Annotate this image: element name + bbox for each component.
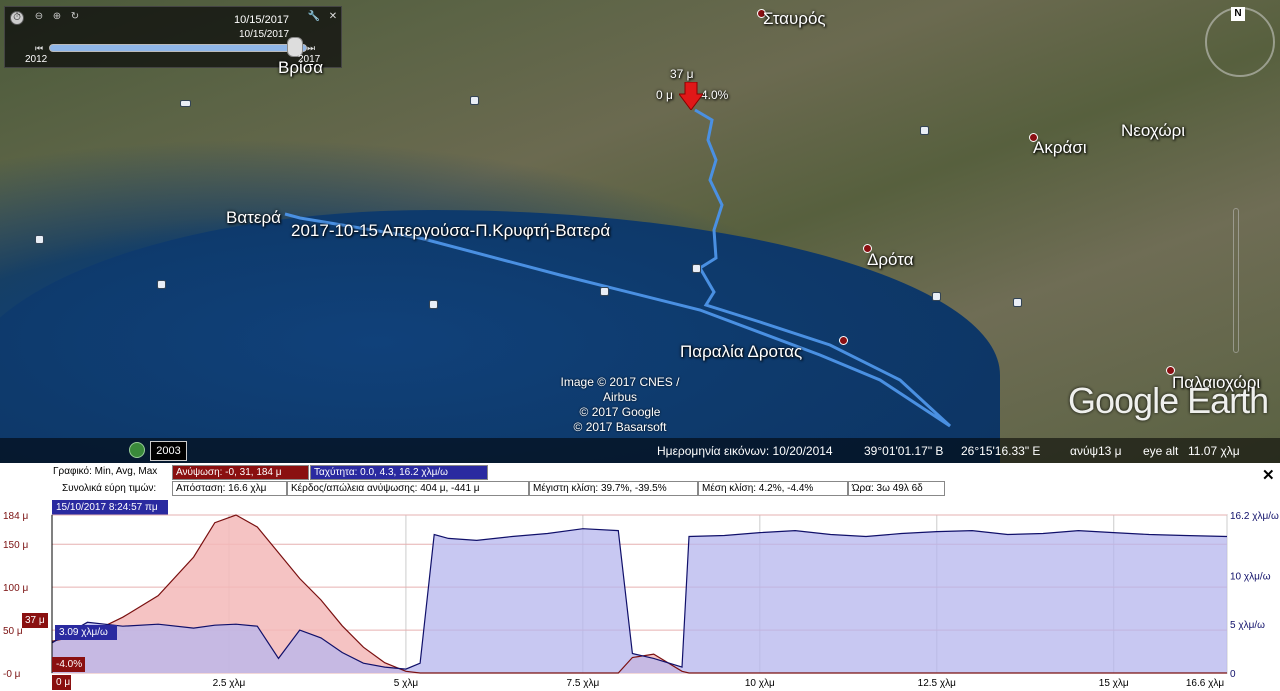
cursor-distance-badge: 0 μ [52, 675, 71, 690]
refresh-icon[interactable]: ↻ [68, 11, 82, 25]
poi-icon[interactable] [470, 96, 479, 105]
x-tick-label: 12.5 χλμ [918, 678, 956, 689]
y-right-tick-label: 0 [1230, 669, 1236, 680]
y-right-tick-label: 16.2 χλμ/ω [1230, 511, 1279, 522]
longitude: 26°15'16.33" E [961, 444, 1041, 458]
poi-icon[interactable] [1013, 298, 1022, 307]
x-tick-label: 16.6 χλμ [1186, 678, 1224, 689]
poi-icon[interactable] [920, 126, 929, 135]
zoom-out-icon[interactable]: ⊖ [32, 11, 46, 25]
poi-icon[interactable] [692, 264, 701, 273]
place-label-vatera[interactable]: Βατερά [226, 208, 281, 228]
close-icon[interactable]: ✕ [326, 11, 340, 25]
imagery-date: Ημερομηνία εικόνων: 10/20/2014 [657, 444, 833, 458]
place-label-akrasi[interactable]: Ακράσι [1033, 138, 1087, 158]
y-left-tick-label: -0 μ [3, 669, 21, 680]
x-tick-label: 7.5 χλμ [567, 678, 600, 689]
compass-north[interactable]: N [1231, 7, 1245, 21]
cursor-elevation-badge: 37 μ [22, 613, 48, 628]
credit-line: © 2017 Google [579, 405, 661, 419]
clock-icon[interactable]: ⏱ [10, 11, 24, 25]
poi-icon[interactable] [932, 292, 941, 301]
marker-distance: 0 μ [656, 88, 673, 102]
track-name-label[interactable]: 2017-10-15 Απεργούσα-Π.Κρυφτή-Βατερά [291, 221, 610, 241]
y-left-tick-label: 50 μ [3, 626, 23, 637]
position-arrow-icon [679, 82, 703, 110]
y-right-tick-label: 10 χλμ/ω [1230, 571, 1271, 582]
start-year: 2012 [25, 54, 48, 65]
elevation-value: 13 μ [1098, 444, 1122, 458]
eye-alt-value: 11.07 χλμ [1188, 444, 1240, 458]
poi-icon[interactable] [35, 235, 44, 244]
map-view[interactable]: ⏱ ⊖ ⊕ ↻ 10/15/2017 🔧 ✕ 10/15/2017 ⏮ ⏭ 20… [0, 0, 1280, 463]
place-label-neochori[interactable]: Νεοχώρι [1121, 121, 1185, 141]
place-label-drota[interactable]: Δρότα [867, 250, 914, 270]
cursor-speed-badge: 3.09 χλμ/ω [55, 625, 117, 640]
x-tick-label: 5 χλμ [394, 678, 419, 689]
credit-line: Image © 2017 CNES / Airbus [560, 375, 680, 404]
poi-icon[interactable] [600, 287, 609, 296]
credit-line: © 2017 Basarsoft [573, 420, 667, 434]
time-slider-track[interactable] [49, 44, 307, 52]
x-tick-label: 15 χλμ [1099, 678, 1129, 689]
place-label-stavros[interactable]: Σταυρός [763, 9, 826, 29]
latitude: 39°01'01.17" B [864, 444, 944, 458]
y-left-tick-label: 150 μ [3, 540, 28, 551]
elevation-profile-panel: Γραφικό: Min, Avg, Max Ανύψωση: -0, 31, … [0, 463, 1280, 691]
place-pin-paralia[interactable] [839, 336, 848, 345]
x-tick-label: 10 χλμ [745, 678, 775, 689]
poi-icon[interactable] [157, 280, 166, 289]
y-left-tick-label: 184 μ [3, 511, 28, 522]
date-top: 10/15/2017 [234, 14, 290, 26]
y-left-tick-label: 100 μ [3, 583, 28, 594]
poi-icon[interactable] [429, 300, 438, 309]
next-icon[interactable]: ⏭ [307, 43, 315, 54]
google-earth-logo: Google Earth [1068, 380, 1269, 421]
poi-icon[interactable] [180, 100, 191, 107]
place-label-paralia-drotas[interactable]: Παραλία Δροτας [680, 342, 802, 362]
date-current: 10/15/2017 [239, 29, 290, 40]
navigation-compass[interactable]: N [1205, 7, 1275, 77]
marker-elevation: 37 μ [670, 67, 694, 81]
x-tick-label: 2.5 χλμ [213, 678, 246, 689]
place-label-vrisa[interactable]: Βρίσα [278, 58, 323, 78]
zoom-in-icon[interactable]: ⊕ [50, 11, 64, 25]
prev-icon[interactable]: ⏮ [35, 43, 43, 54]
cursor-slope-badge: -4.0% [52, 657, 85, 672]
historical-imagery-icon[interactable] [129, 442, 145, 458]
profile-chart[interactable]: 2.5 χλμ 5 χλμ 7.5 χλμ 10 χλμ 12.5 χλμ 15 χλμ 1… [0, 463, 1280, 691]
zoom-slider[interactable] [1233, 208, 1239, 353]
historical-year-box[interactable]: 2003 [150, 441, 187, 461]
elevation-label: ανύψ [1070, 444, 1099, 458]
eye-alt-label: eye alt [1143, 444, 1179, 458]
y-right-tick-label: 5 χλμ/ω [1230, 620, 1265, 631]
status-bar: Ημερομηνία εικόνων: 10/20/2014 39°01'01.… [0, 438, 1280, 463]
settings-wrench-icon[interactable]: 🔧 [307, 11, 321, 25]
imagery-credits: Image © 2017 CNES / Airbus © 2017 Google… [545, 375, 695, 435]
